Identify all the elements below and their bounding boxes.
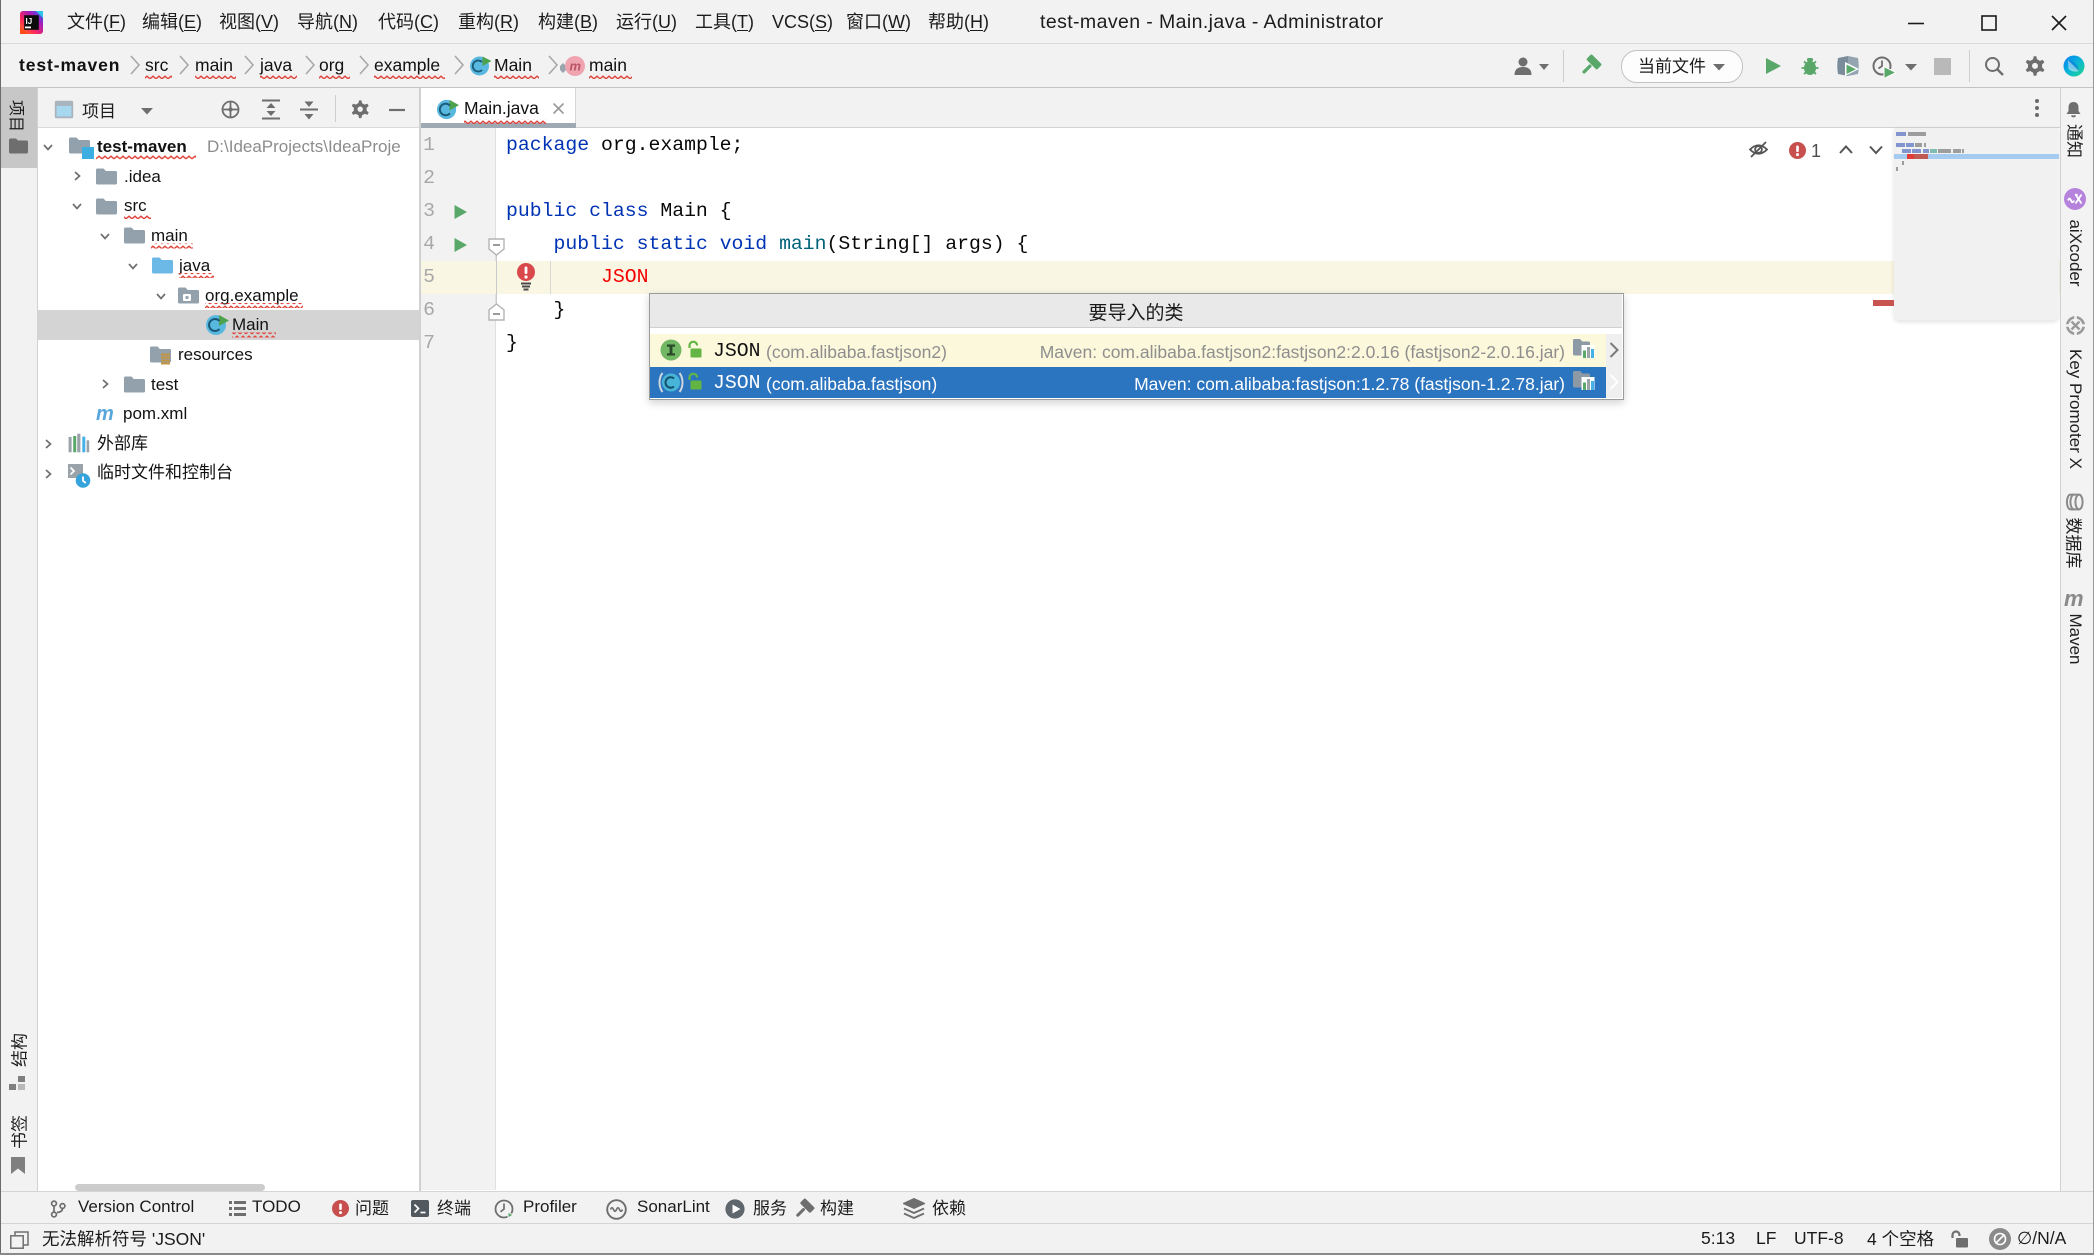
- svg-text:m: m: [570, 59, 582, 74]
